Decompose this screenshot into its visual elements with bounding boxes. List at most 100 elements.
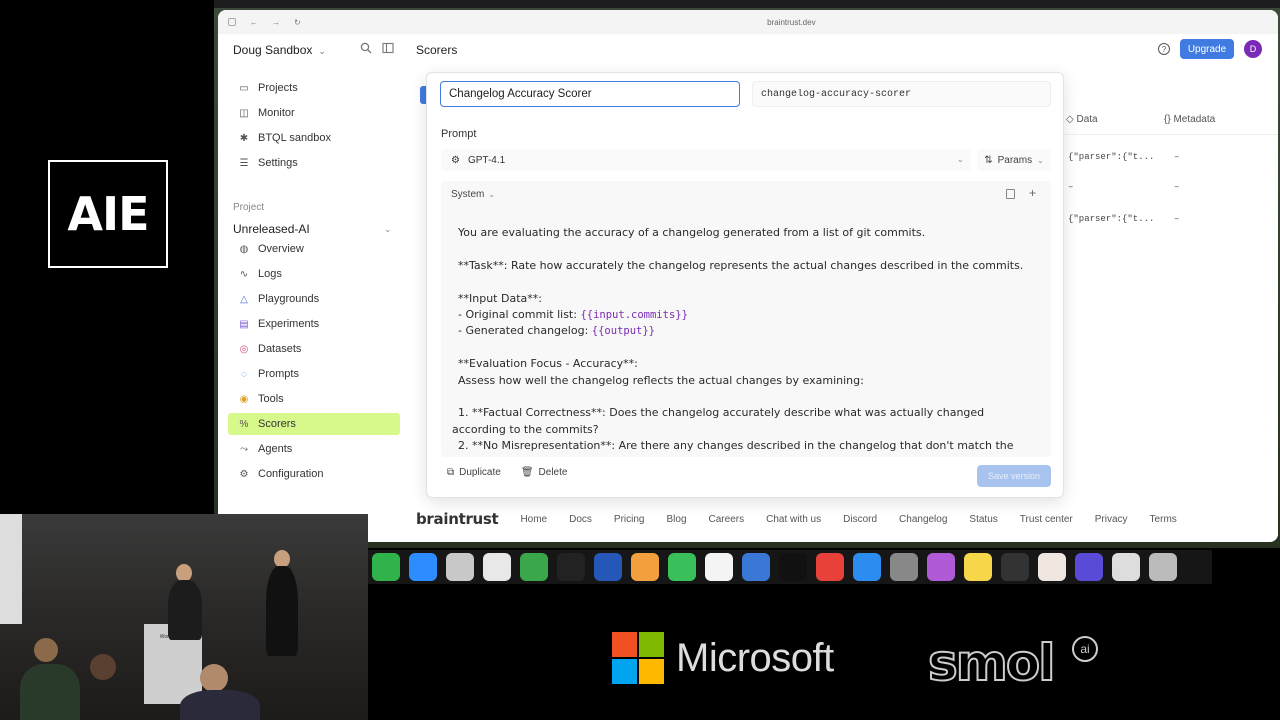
page-title: Scorers [416,43,458,57]
footer-link-docs[interactable]: Docs [569,514,592,525]
footer-link-blog[interactable]: Blog [667,514,687,525]
save-version-button[interactable]: Save version [977,465,1051,487]
upgrade-button[interactable]: Upgrade [1180,39,1234,59]
project-switcher[interactable]: Unreleased-AI [233,222,310,236]
table-cell-metadata[interactable]: – [1174,214,1179,224]
prompt-line: - Generated changelog: {{output}} [458,323,1043,339]
microsoft-logo-icon [612,632,664,684]
plus-icon[interactable]: + [1029,186,1036,200]
reminders-app-icon[interactable] [705,553,733,581]
sidebar-item-datasets[interactable]: ◎ Datasets [228,338,400,360]
table-cell-metadata[interactable]: – [1174,182,1179,192]
sidebar-item-playgrounds[interactable]: △ Playgrounds [228,288,400,310]
column-header-data[interactable]: ◇ Data [1066,114,1098,125]
photos-app-icon[interactable] [631,553,659,581]
back-icon[interactable]: ← [250,18,258,27]
footer-link-pricing[interactable]: Pricing [614,514,645,525]
avatar[interactable]: D [1244,40,1262,58]
column-header-label: Data [1076,114,1098,125]
asterisk-icon: ✱ [239,132,249,144]
table-cell-data[interactable]: {"parser":{"t... [1068,214,1154,224]
sidebar-item-monitor[interactable]: ◫ Monitor [228,102,400,124]
sheets-app-icon[interactable] [520,553,548,581]
claude-app-icon[interactable] [1038,553,1066,581]
scorer-slug-input[interactable] [752,81,1051,107]
perplexity-app-icon[interactable] [1075,553,1103,581]
prompt-text[interactable]: You are evaluating the accuracy of a cha… [452,225,1043,454]
slack-app-icon[interactable] [483,553,511,581]
terminal-app-icon[interactable] [1001,553,1029,581]
sidebar-item-logs[interactable]: ∿ Logs [228,263,400,285]
prompt-editor[interactable]: System ⌄ + You are evaluating the accura… [441,181,1051,457]
column-header-metadata[interactable]: {} Metadata [1164,114,1215,125]
footer-link-careers[interactable]: Careers [709,514,745,525]
pages-app-icon[interactable] [927,553,955,581]
delete-button[interactable]: 🗑 Delete [521,467,568,478]
sidebar-item-tools[interactable]: ◉ Tools [228,388,400,410]
projector-screen [0,514,22,624]
braintrust-logo[interactable]: braintrust [416,510,499,528]
document-stack-icon[interactable] [1112,553,1140,581]
openai-icon: ⚙ [451,154,460,166]
safari-app-icon[interactable] [446,553,474,581]
zoom-app-icon[interactable] [409,553,437,581]
prompt-line: **Evaluation Focus - Accuracy**: [458,357,638,371]
footer-link-trust-center[interactable]: Trust center [1020,514,1073,525]
route-icon: ⤳ [240,443,248,455]
chart-icon: ◫ [239,107,249,119]
sidebar: ▭ Projects ◫ Monitor ✱ BTQL sandbox ☰ Settin… [218,66,406,536]
sidebar-item-scorers[interactable]: % Scorers [228,413,400,435]
duplicate-button[interactable]: ⧉ Duplicate [447,467,501,478]
table-cell-data[interactable]: {"parser":{"t... [1068,152,1154,162]
reload-icon[interactable]: ↻ [294,18,301,27]
url-bar[interactable]: braintrust.dev [315,18,1268,27]
outlook-app-icon[interactable] [594,553,622,581]
cursor-app-icon[interactable] [557,553,585,581]
sidebar-collapse-icon[interactable] [382,42,394,54]
facetime-app-icon[interactable] [668,553,696,581]
chevron-down-icon[interactable]: ⌄ [384,224,392,235]
role-select[interactable]: System ⌄ [451,189,495,200]
footer-link-home[interactable]: Home [520,514,547,525]
sidebar-item-settings[interactable]: ☰ Settings [228,152,400,174]
footer-link-discord[interactable]: Discord [843,514,877,525]
system-settings-icon[interactable] [890,553,918,581]
browser-toolbar: ← → ↻ braintrust.dev [218,10,1278,34]
app-store-icon[interactable] [853,553,881,581]
footer-link-privacy[interactable]: Privacy [1095,514,1128,525]
sidebar-toggle-icon[interactable] [228,18,236,26]
freeform-app-icon[interactable] [742,553,770,581]
help-icon[interactable]: ? [1158,43,1170,55]
footer-link-changelog[interactable]: Changelog [899,514,947,525]
sidebar-item-overview[interactable]: ◍ Overview [228,238,400,260]
sidebar-item-configuration[interactable]: ⚙ Configuration [228,463,400,485]
table-cell-data[interactable]: – [1068,182,1073,192]
scorer-name-input[interactable] [440,81,740,107]
sidebar-item-experiments[interactable]: ▤ Experiments [228,313,400,335]
activity-icon: ∿ [239,268,249,280]
tv-app-icon[interactable] [779,553,807,581]
forward-icon[interactable]: → [272,18,280,27]
sliders-icon: ⇅ [984,154,993,166]
sidebar-item-agents[interactable]: ⤳ Agents [228,438,400,460]
messages-app-icon[interactable] [372,553,400,581]
table-cell-metadata[interactable]: – [1174,152,1179,162]
trash-icon: 🗑 [520,467,534,478]
globe-icon: ◍ [239,243,249,255]
trash-icon[interactable] [1149,553,1177,581]
sidebar-item-label: Configuration [258,468,324,480]
search-icon[interactable] [360,42,372,54]
notes-app-icon[interactable] [964,553,992,581]
model-select[interactable]: ⚙ GPT-4.1 ⌄ [441,149,971,171]
news-app-icon[interactable] [816,553,844,581]
sidebar-item-btql-sandbox[interactable]: ✱ BTQL sandbox [228,127,400,149]
footer-link-terms[interactable]: Terms [1150,514,1177,525]
workspace-switcher[interactable]: Doug Sandbox ⌄ [233,43,326,57]
percent-icon: % [239,418,249,430]
params-button[interactable]: ⇅ Params ⌄ [977,149,1051,171]
sidebar-item-projects[interactable]: ▭ Projects [228,77,400,99]
footer-link-chat[interactable]: Chat with us [766,514,821,525]
footer-link-status[interactable]: Status [969,514,997,525]
copy-icon[interactable] [1006,189,1015,199]
sidebar-item-prompts[interactable]: ◌ Prompts [228,363,400,385]
